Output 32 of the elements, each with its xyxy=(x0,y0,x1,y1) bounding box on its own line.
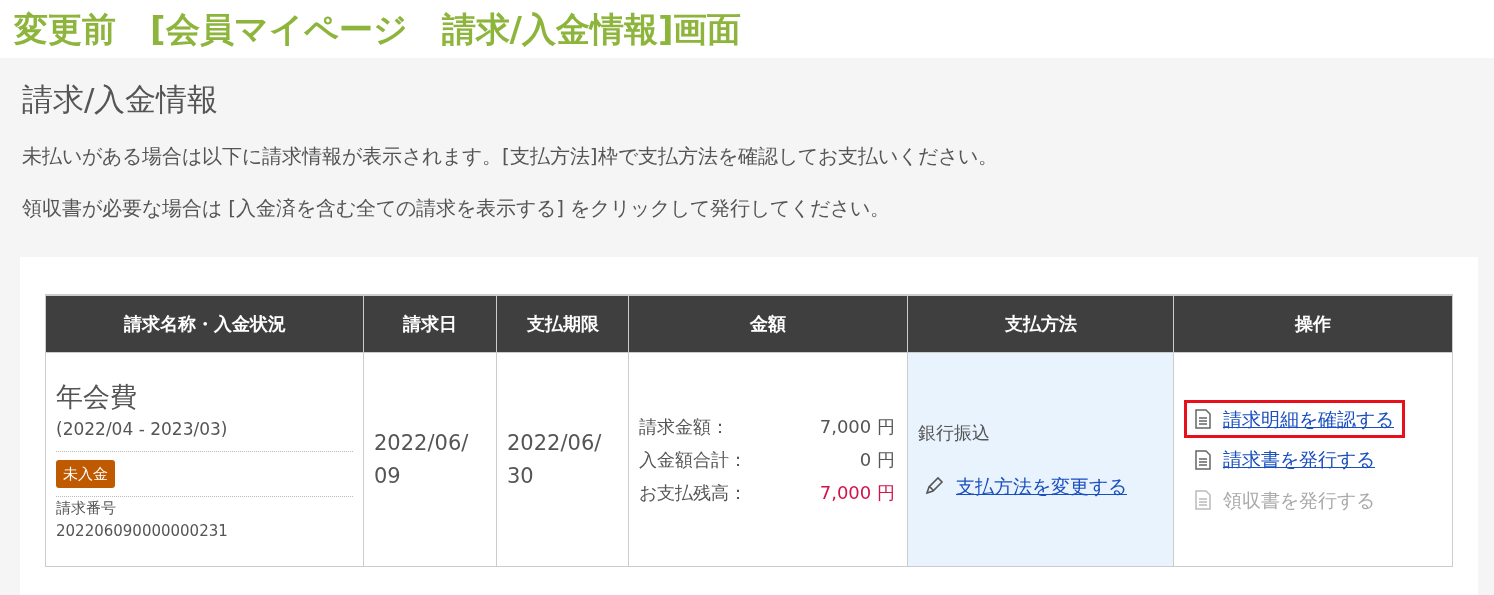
date-text: 2022/06/09 xyxy=(374,429,470,490)
page-heading: 請求/入金情報 xyxy=(22,80,220,119)
date-text: 2022/06/30 xyxy=(507,429,603,490)
operation-link[interactable]: 請求明細を確認する xyxy=(1223,404,1394,434)
invoice-number: 202206090000000231 xyxy=(56,520,229,542)
document-icon xyxy=(1195,490,1211,510)
column-header: 支払期限 xyxy=(496,294,629,353)
instruction-text: 未払いがある場合は以下に請求情報が表示されます。[支払方法]枠で支払方法を確認してお支払いください。 xyxy=(22,142,999,170)
amount-label: お支払残高： xyxy=(639,481,747,505)
amount-label: 請求金額： xyxy=(639,415,729,439)
document-icon xyxy=(1195,449,1211,470)
instruction-text: 領収書が必要な場合は [入金済を含む全ての請求を表示する] をクリックして発行してください。 xyxy=(22,194,892,222)
column-header: 支払方法 xyxy=(907,294,1174,353)
status-tag: 未入金 xyxy=(56,459,115,489)
amount-label: 入金額合計： xyxy=(639,448,747,472)
invoice-number-label: 請求番号 xyxy=(56,498,117,520)
column-header: 請求日 xyxy=(363,294,497,353)
period-text: (2022/04 - 2023/03) xyxy=(56,417,353,452)
document-icon xyxy=(1195,409,1211,429)
change-method-link[interactable]: 支払方法を変更する xyxy=(956,471,1127,501)
amount-value: 7,000 円 xyxy=(819,415,895,439)
column-header: 請求名称・入金状況 xyxy=(45,294,364,353)
column-header: 金額 xyxy=(628,294,908,353)
column-header: 操作 xyxy=(1173,294,1453,353)
pencil-icon xyxy=(924,476,944,496)
amount-value: 7,000 円 xyxy=(819,481,895,505)
operation-link[interactable]: 請求書を発行する xyxy=(1223,445,1375,474)
fee-name: 年会費 xyxy=(56,379,138,414)
payment-method: 銀行振込 xyxy=(918,420,991,445)
banner-title: 変更前 [会員マイページ 請求/入金情報]画面 xyxy=(13,8,743,51)
operation-link: 領収書を発行する xyxy=(1223,487,1375,513)
amount-value: 0 円 xyxy=(859,448,895,472)
